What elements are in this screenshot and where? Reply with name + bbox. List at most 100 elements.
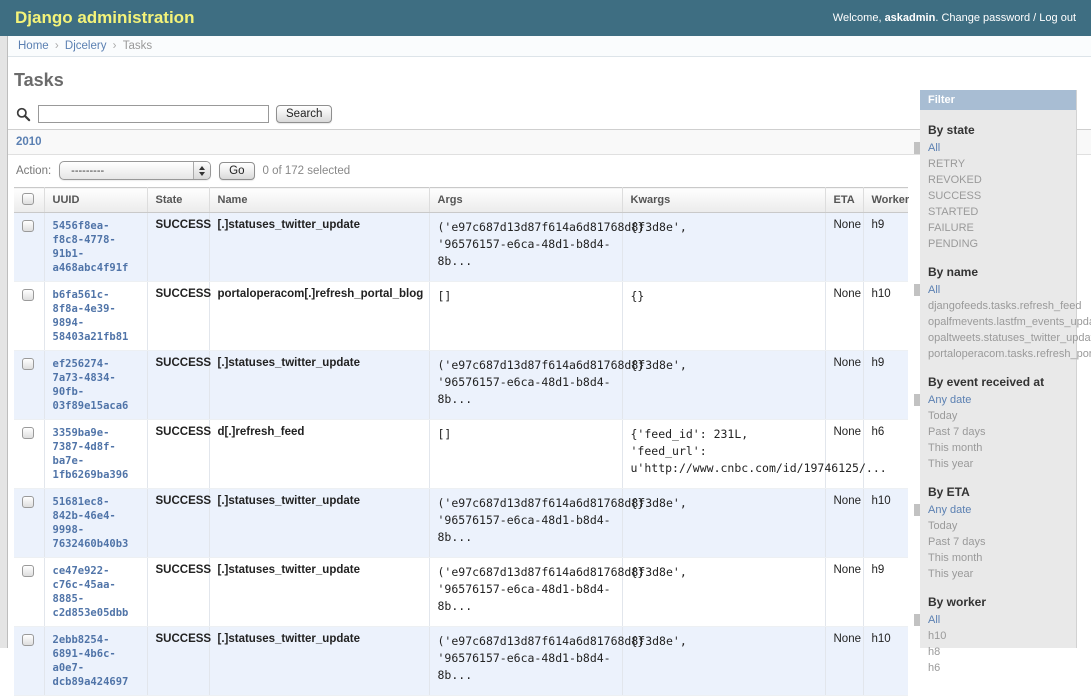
args-cell: [] <box>429 420 622 489</box>
filter-option-this-year[interactable]: This year <box>928 566 1076 582</box>
row-checkbox[interactable] <box>22 427 34 439</box>
row-checkbox[interactable] <box>22 496 34 508</box>
filter-option-revoked[interactable]: REVOKED <box>928 172 1076 188</box>
filter-option-past-7-days[interactable]: Past 7 days <box>928 534 1076 550</box>
uuid-cell: 3359ba9e- 7387-4d8f- ba7e- 1fb6269ba396 <box>44 420 147 489</box>
filter-option-h8[interactable]: h8 <box>928 644 1076 660</box>
column-header-kwargs[interactable]: Kwargs <box>622 188 825 213</box>
column-header-name[interactable]: Name <box>209 188 429 213</box>
user-tools: Welcome, askadmin. Change password / Log… <box>833 12 1076 24</box>
worker-cell: h10 <box>863 627 908 696</box>
filter-option-all[interactable]: All <box>928 140 1076 156</box>
uuid-cell: b6fa561c- 8f8a-4e39- 9894- 58403a21fb81 <box>44 282 147 351</box>
task-uuid-link[interactable]: 3359ba9e- 7387-4d8f- ba7e- 1fb6269ba396 <box>53 426 139 482</box>
filter-option-today[interactable]: Today <box>928 408 1076 424</box>
eta-cell: None <box>825 627 863 696</box>
filter-option-portaloperacom-tasks-refresh-portal[interactable]: portaloperacom.tasks.refresh_portal <box>928 346 1076 362</box>
filter-option-this-month[interactable]: This month <box>928 440 1076 456</box>
worker-cell: h10 <box>863 282 908 351</box>
name-cell: [.]statuses_twitter_update <box>209 627 429 696</box>
column-header-worker[interactable]: Worker <box>863 188 908 213</box>
column-header-eta[interactable]: ETA <box>825 188 863 213</box>
filter-option-any-date[interactable]: Any date <box>928 502 1076 518</box>
task-uuid-link[interactable]: ce47e922- c76c-45aa- 8885- c2d853e05dbb <box>53 564 139 620</box>
filter-option-failure[interactable]: FAILURE <box>928 220 1076 236</box>
filter-option-this-month[interactable]: This month <box>928 550 1076 566</box>
site-title: Django administration <box>15 8 194 28</box>
name-cell: portaloperacom[.]refresh_portal_blog <box>209 282 429 351</box>
breadcrumb-link-home[interactable]: Home <box>18 40 49 52</box>
worker-cell: h10 <box>863 489 908 558</box>
task-row: 3359ba9e- 7387-4d8f- ba7e- 1fb6269ba396S… <box>14 420 908 489</box>
page-title: Tasks <box>14 70 1091 91</box>
filter-option-h6[interactable]: h6 <box>928 660 1076 676</box>
column-header-args[interactable]: Args <box>429 188 622 213</box>
worker-cell: h9 <box>863 213 908 282</box>
row-checkbox[interactable] <box>22 289 34 301</box>
filter-section-title-by-worker: By worker <box>920 595 1076 609</box>
eta-cell: None <box>825 213 863 282</box>
filter-option-this-year[interactable]: This year <box>928 456 1076 472</box>
action-select[interactable]: --------- <box>59 161 211 180</box>
filter-option-success[interactable]: SUCCESS <box>928 188 1076 204</box>
go-button[interactable]: Go <box>219 162 254 180</box>
search-input[interactable] <box>38 105 269 123</box>
worker-cell: h6 <box>863 420 908 489</box>
column-header-uuid[interactable]: UUID <box>44 188 147 213</box>
filter-option-opaltweets-statuses-twitter-update[interactable]: opaltweets.statuses_twitter_update <box>928 330 1076 346</box>
row-select-cell <box>14 213 44 282</box>
filter-list-by-eta: Any dateTodayPast 7 daysThis monthThis y… <box>920 502 1076 582</box>
args-cell: ('e97c687d13d87f614a6d81768d8f3d8e', '96… <box>429 627 622 696</box>
search-button[interactable]: Search <box>276 105 332 123</box>
row-checkbox[interactable] <box>22 565 34 577</box>
filter-option-any-date[interactable]: Any date <box>928 392 1076 408</box>
filter-option-started[interactable]: STARTED <box>928 204 1076 220</box>
args-cell: [] <box>429 282 622 351</box>
state-cell: SUCCESS <box>147 213 209 282</box>
task-uuid-link[interactable]: 2ebb8254- 6891-4b6c- a0e7- dcb89a424697 <box>53 633 139 689</box>
filter-option-pending[interactable]: PENDING <box>928 236 1076 252</box>
uuid-cell: 51681ec8- 842b-46e4- 9998- 7632460b40b3 <box>44 489 147 558</box>
row-checkbox[interactable] <box>22 634 34 646</box>
task-uuid-link[interactable]: b6fa561c- 8f8a-4e39- 9894- 58403a21fb81 <box>53 288 139 344</box>
state-cell: SUCCESS <box>147 420 209 489</box>
filter-list-by-worker: Allh10h8h6 <box>920 612 1076 676</box>
column-header-state[interactable]: State <box>147 188 209 213</box>
action-label: Action: <box>16 165 51 177</box>
filter-option-all[interactable]: All <box>928 282 1076 298</box>
date-hierarchy-year-link[interactable]: 2010 <box>16 136 42 148</box>
logout-link[interactable]: Log out <box>1039 12 1076 24</box>
action-selected-option: --------- <box>71 165 104 177</box>
branding-bar: Django administration Welcome, askadmin.… <box>0 0 1091 36</box>
task-row: 5456f8ea- f8c8-4778- 91b1- a468abc4f91fS… <box>14 213 908 282</box>
select-all-checkbox[interactable] <box>22 193 34 205</box>
task-uuid-link[interactable]: 51681ec8- 842b-46e4- 9998- 7632460b40b3 <box>53 495 139 551</box>
welcome-text: Welcome, <box>833 12 882 24</box>
worker-cell: h9 <box>863 351 908 420</box>
filter-option-all[interactable]: All <box>928 612 1076 628</box>
filter-section-title-by-event-received-at: By event received at <box>920 375 1076 389</box>
row-checkbox[interactable] <box>22 358 34 370</box>
filter-option-h10[interactable]: h10 <box>928 628 1076 644</box>
breadcrumb-link-djcelery[interactable]: Djcelery <box>65 40 107 52</box>
breadcrumb-separator: › <box>106 40 122 52</box>
row-select-cell <box>14 489 44 558</box>
task-uuid-link[interactable]: ef256274- 7a73-4834- 90fb- 03f89e15aca6 <box>53 357 139 413</box>
filter-option-today[interactable]: Today <box>928 518 1076 534</box>
uuid-cell: 5456f8ea- f8c8-4778- 91b1- a468abc4f91f <box>44 213 147 282</box>
kwargs-cell: {'feed_id': 231L, 'feed_url': u'http://w… <box>622 420 825 489</box>
row-select-cell <box>14 351 44 420</box>
task-uuid-link[interactable]: 5456f8ea- f8c8-4778- 91b1- a468abc4f91f <box>53 219 139 275</box>
row-checkbox[interactable] <box>22 220 34 232</box>
filter-option-djangofeeds-tasks-refresh-feed[interactable]: djangofeeds.tasks.refresh_feed <box>928 298 1076 314</box>
filter-option-past-7-days[interactable]: Past 7 days <box>928 424 1076 440</box>
filter-option-retry[interactable]: RETRY <box>928 156 1076 172</box>
breadcrumb-current: Tasks <box>123 40 152 52</box>
kwargs-cell: {} <box>622 282 825 351</box>
filter-list-by-name: Alldjangofeeds.tasks.refresh_feedopalfme… <box>920 282 1076 362</box>
search-icon <box>16 107 31 122</box>
filter-option-opalfmevents-lastfm-events-update[interactable]: opalfmevents.lastfm_events_update <box>928 314 1076 330</box>
task-row: b6fa561c- 8f8a-4e39- 9894- 58403a21fb81S… <box>14 282 908 351</box>
change-password-link[interactable]: Change password <box>941 12 1030 24</box>
name-cell: [.]statuses_twitter_update <box>209 489 429 558</box>
